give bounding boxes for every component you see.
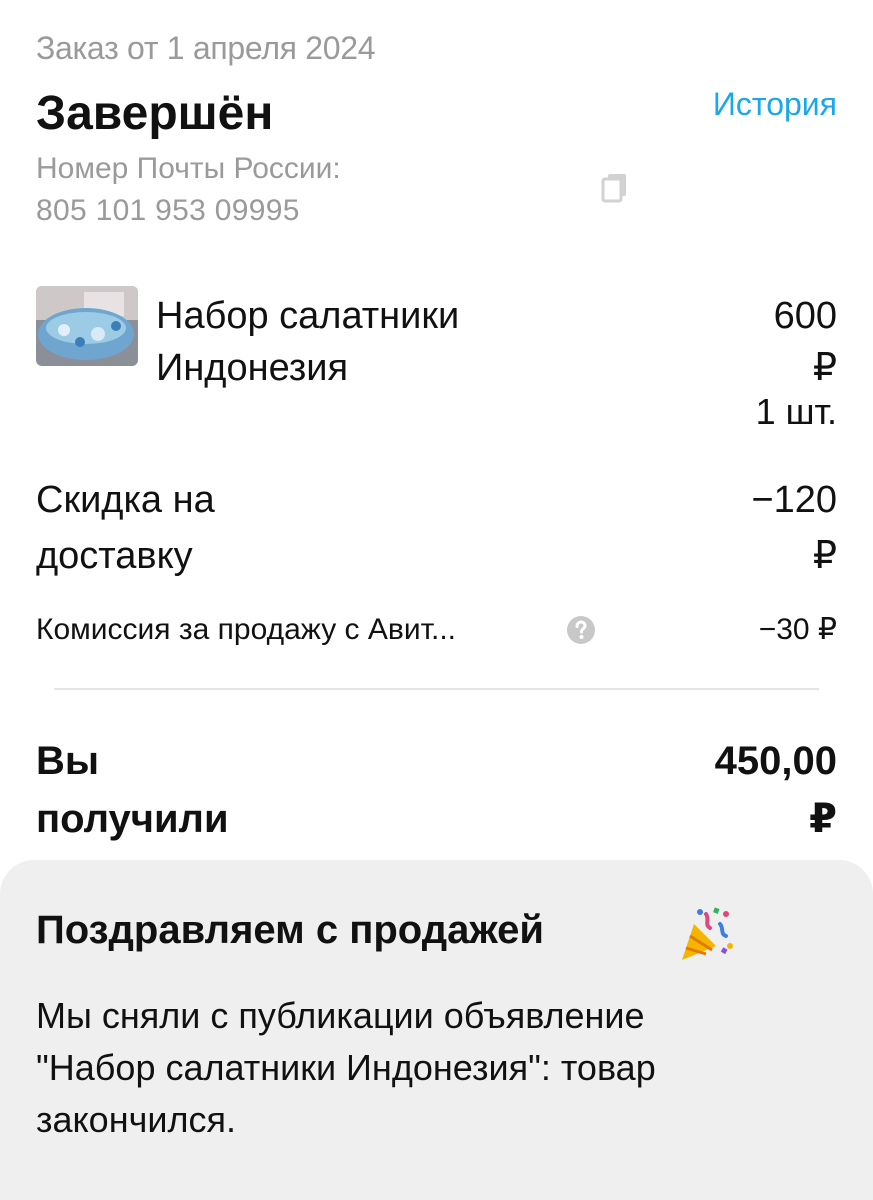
product-thumbnail[interactable] [36, 286, 138, 366]
discount-label-line2: доставку [36, 535, 193, 577]
product-name[interactable]: Набор салатники Индонезия [156, 290, 596, 394]
product-name-line2: Индонезия [156, 347, 349, 389]
discount-label: Скидка на доставку [36, 472, 296, 584]
total-amount: 450,00 [714, 739, 837, 783]
congrats-message: Мы сняли с публикации объявление "Набор … [36, 990, 826, 1146]
product-price-currency: ₽ [812, 347, 837, 389]
congrats-text-line3: закончился. [36, 1099, 236, 1140]
party-popper-icon [676, 904, 736, 964]
total-label: Вы получили [36, 732, 296, 848]
congrats-card: Поздравляем с продажей Мы сняли с публик… [0, 860, 873, 1200]
order-details-screen: Заказ от 1 апреля 2024 Завершён История … [0, 0, 873, 1200]
order-date: Заказ от 1 апреля 2024 [36, 30, 376, 66]
product-price: 600 ₽ [717, 290, 837, 394]
discount-label-line1: Скидка на [36, 479, 215, 521]
discount-value: −120 ₽ [697, 472, 837, 584]
product-price-amount: 600 [773, 295, 837, 337]
product-name-line1: Набор салатники [156, 295, 460, 337]
copy-icon[interactable] [600, 172, 630, 204]
fee-value: −30 ₽ [758, 613, 837, 646]
total-label-line1: Вы [36, 739, 100, 783]
tracking-number[interactable]: 805 101 953 09995 [36, 194, 300, 228]
discount-amount: −120 [751, 479, 837, 521]
total-label-line2: получили [36, 797, 229, 841]
history-link[interactable]: История [713, 86, 837, 123]
question-icon[interactable] [566, 615, 596, 645]
congrats-text-line1: Мы сняли с публикации объявление [36, 995, 645, 1036]
fee-label: Комиссия за продажу с Авит... [36, 613, 456, 646]
discount-currency: ₽ [812, 535, 837, 577]
tracking-label: Номер Почты России: [36, 152, 341, 185]
total-currency: ₽ [809, 797, 837, 841]
order-status-title: Завершён [36, 87, 274, 140]
congrats-title: Поздравляем с продажей [36, 908, 545, 952]
product-quantity: 1 шт. [755, 391, 837, 432]
divider [54, 688, 819, 690]
total-value: 450,00 ₽ [637, 732, 837, 848]
congrats-text-line2: "Набор салатники Индонезия": товар [36, 1047, 656, 1088]
